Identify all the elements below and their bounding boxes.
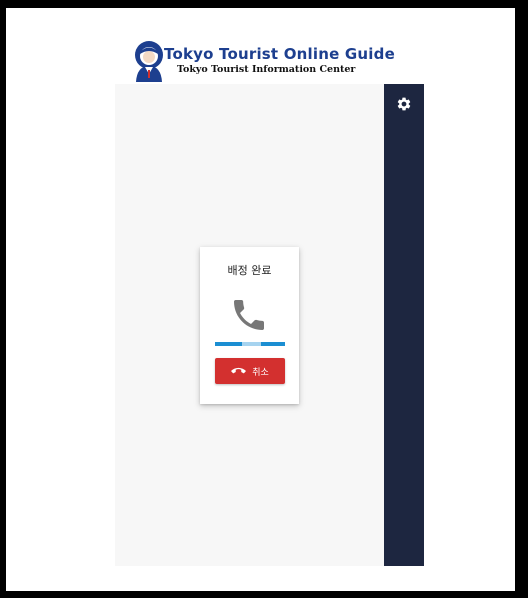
right-sidebar	[384, 84, 424, 566]
phone-icon	[234, 300, 264, 330]
site-header: Tokyo Tourist Online Guide Tokyo Tourist…	[131, 40, 395, 82]
guide-person-icon	[135, 41, 163, 82]
gear-icon[interactable]	[396, 96, 412, 112]
progress-segment	[215, 342, 242, 346]
screen-frame: Tokyo Tourist Online Guide Tokyo Tourist…	[6, 8, 515, 591]
site-subtitle: Tokyo Tourist Information Center	[177, 64, 356, 75]
call-panel: 배정 완료 취소	[115, 84, 424, 566]
hang-up-icon	[231, 367, 247, 374]
progress-segment	[261, 342, 285, 346]
call-status-text: 배정 완료	[227, 264, 272, 277]
call-progress-bar	[215, 342, 285, 346]
site-title: Tokyo Tourist Online Guide	[164, 45, 395, 63]
call-status-card: 배정 완료 취소	[200, 247, 299, 404]
cancel-label: 취소	[252, 367, 269, 378]
cancel-call-button[interactable]: 취소	[215, 358, 285, 384]
